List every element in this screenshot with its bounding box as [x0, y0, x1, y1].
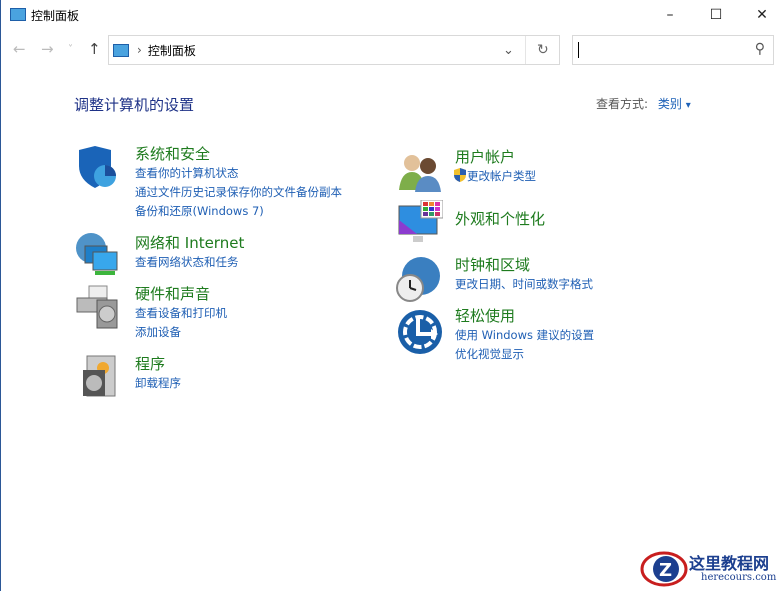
breadcrumb-separator[interactable]: › — [137, 43, 142, 57]
category-network: 网络和 Internet 查看网络状态和任务 — [135, 233, 244, 272]
svg-text:Z: Z — [659, 560, 672, 581]
view-by: 查看方式: 类别 ▾ — [596, 95, 691, 112]
text-cursor — [578, 42, 579, 58]
backup-restore-link[interactable]: 备份和还原(Windows 7) — [135, 202, 342, 221]
hardware-sound-link[interactable]: 硬件和声音 — [135, 284, 227, 304]
control-panel-icon — [10, 8, 26, 21]
view-computer-status-link[interactable]: 查看你的计算机状态 — [135, 164, 342, 183]
file-history-link[interactable]: 通过文件历史记录保存你的文件备份副本 — [135, 183, 342, 202]
add-device-link[interactable]: 添加设备 — [135, 323, 227, 342]
search-input[interactable]: ⚲ — [572, 35, 774, 65]
view-by-label: 查看方式: — [596, 97, 649, 111]
divider — [525, 36, 526, 64]
ease-of-access-link[interactable]: 轻松使用 — [455, 306, 594, 326]
clock-region-link[interactable]: 时钟和区域 — [455, 255, 593, 275]
optimize-visual-display-link[interactable]: 优化视觉显示 — [455, 345, 594, 364]
window-title: 控制面板 — [31, 9, 80, 23]
recommended-settings-link[interactable]: 使用 Windows 建议的设置 — [455, 326, 594, 345]
maximize-button[interactable]: ☐ — [693, 0, 739, 30]
minimize-button[interactable]: – — [647, 0, 693, 30]
category-ease-of-access: 轻松使用 使用 Windows 建议的设置 优化视觉显示 — [455, 306, 594, 364]
view-by-dropdown[interactable]: 类别 — [658, 97, 682, 111]
uac-shield-icon — [454, 168, 466, 182]
search-icon[interactable]: ⚲ — [755, 41, 765, 57]
hardware-sound-icon — [76, 285, 118, 329]
view-network-status-link[interactable]: 查看网络状态和任务 — [135, 253, 244, 272]
refresh-button[interactable]: ↻ — [537, 42, 549, 58]
user-accounts-link[interactable]: 用户帐户 — [455, 147, 536, 167]
appearance-icon — [398, 200, 443, 242]
network-internet-link[interactable]: 网络和 Internet — [135, 233, 244, 253]
programs-icon — [83, 355, 116, 397]
up-button[interactable]: ↑ — [88, 40, 101, 58]
page-title: 调整计算机的设置 — [74, 96, 195, 114]
control-panel-icon — [113, 43, 129, 57]
uninstall-program-link[interactable]: 卸载程序 — [135, 374, 181, 393]
user-accounts-icon — [399, 155, 441, 192]
category-hardware-sound: 硬件和声音 查看设备和打印机 添加设备 — [135, 284, 227, 342]
clock-region-icon — [396, 257, 440, 302]
watermark-logo: Z 这里教程网 herecours.com — [639, 548, 784, 591]
address-dropdown-button[interactable]: ⌄ — [503, 43, 514, 58]
watermark-z-icon: Z — [640, 551, 688, 587]
recent-locations-button[interactable]: ˅ — [68, 44, 73, 55]
category-user-accounts: 用户帐户 更改帐户类型 — [454, 147, 536, 186]
ease-of-access-icon — [398, 310, 442, 354]
category-programs: 程序 卸载程序 — [135, 354, 181, 393]
category-clock-region: 时钟和区域 更改日期、时间或数字格式 — [455, 255, 593, 294]
appearance-personalization-link[interactable]: 外观和个性化 — [455, 209, 545, 229]
category-system-security: 系统和安全 查看你的计算机状态 通过文件历史记录保存你的文件备份副本 备份和还原… — [135, 144, 342, 221]
change-date-time-format-link[interactable]: 更改日期、时间或数字格式 — [455, 275, 593, 294]
address-bar[interactable]: › 控制面板 ⌄ ↻ — [108, 35, 560, 65]
change-account-type-link[interactable]: 更改帐户类型 — [467, 169, 536, 183]
close-button[interactable]: ✕ — [739, 0, 784, 30]
devices-printers-link[interactable]: 查看设备和打印机 — [135, 304, 227, 323]
chevron-down-icon[interactable]: ▾ — [686, 100, 691, 111]
programs-link[interactable]: 程序 — [135, 354, 181, 374]
forward-button[interactable]: → — [41, 40, 54, 58]
back-button[interactable]: ← — [13, 40, 26, 58]
shield-icon — [79, 146, 116, 188]
breadcrumb-control-panel[interactable]: 控制面板 — [148, 42, 196, 59]
category-appearance: 外观和个性化 — [455, 209, 545, 229]
network-icon — [76, 233, 118, 275]
system-security-link[interactable]: 系统和安全 — [135, 144, 342, 164]
